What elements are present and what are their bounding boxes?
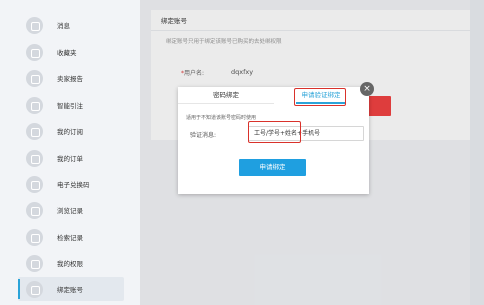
apply-bind-button[interactable]: 申请绑定 xyxy=(239,159,306,176)
sidebar-item-browse-history[interactable]: 浏览记录 xyxy=(18,198,124,222)
input-highlight-box xyxy=(248,121,301,143)
favorites-icon xyxy=(26,43,43,61)
link-account-icon xyxy=(26,280,43,298)
order-icon xyxy=(26,149,43,167)
tab-password-bind[interactable]: 密码绑定 xyxy=(178,87,274,104)
sidebar-item-label: 收藏夹 xyxy=(57,49,77,57)
background-confirm-button xyxy=(366,96,391,116)
search-history-icon xyxy=(26,228,43,246)
dialog-hint: 适用于不知道该账号密码时使用 xyxy=(186,115,257,121)
message-icon xyxy=(26,16,43,34)
sidebar-item-link-account[interactable]: 绑定账号 xyxy=(18,277,124,301)
sidebar: 消息 收藏夹 卖家报告 智能引注 我的订阅 我的订单 电子兑换码 浏览记录 检索… xyxy=(0,0,140,305)
sidebar-item-label: 我的权限 xyxy=(57,260,83,268)
sidebar-item-label: 浏览记录 xyxy=(57,207,83,215)
sidebar-item-label: 绑定账号 xyxy=(57,286,83,294)
subscription-icon xyxy=(26,122,43,140)
verify-message-label: 验证消息: xyxy=(190,132,217,139)
sidebar-item-label: 智能引注 xyxy=(57,102,83,110)
close-icon[interactable]: × xyxy=(360,82,374,96)
sidebar-item-label: 我的订单 xyxy=(57,155,83,163)
sidebar-item-label: 检索记录 xyxy=(57,234,83,242)
sidebar-item-seller-report[interactable]: 卖家报告 xyxy=(18,66,124,90)
sidebar-item-permissions[interactable]: 我的权限 xyxy=(18,251,124,275)
sidebar-item-label: 电子兑换码 xyxy=(57,181,90,189)
sidebar-item-subscriptions[interactable]: 我的订阅 xyxy=(18,119,124,143)
permission-icon xyxy=(26,254,43,272)
citation-icon xyxy=(26,96,43,114)
report-icon xyxy=(26,69,43,87)
redeem-code-icon xyxy=(26,175,43,193)
sidebar-item-redeem-code[interactable]: 电子兑换码 xyxy=(18,172,124,196)
sidebar-item-search-history[interactable]: 检索记录 xyxy=(18,225,124,249)
sidebar-item-label: 消息 xyxy=(57,22,70,30)
sidebar-item-smart-citation[interactable]: 智能引注 xyxy=(18,93,124,117)
history-icon xyxy=(26,201,43,219)
sidebar-item-messages[interactable]: 消息 xyxy=(18,13,124,37)
sidebar-item-orders[interactable]: 我的订单 xyxy=(18,146,124,170)
sidebar-item-label: 卖家报告 xyxy=(57,75,83,83)
tab-highlight-box xyxy=(294,88,346,106)
sidebar-item-label: 我的订阅 xyxy=(57,128,83,136)
sidebar-item-favorites[interactable]: 收藏夹 xyxy=(18,40,124,64)
